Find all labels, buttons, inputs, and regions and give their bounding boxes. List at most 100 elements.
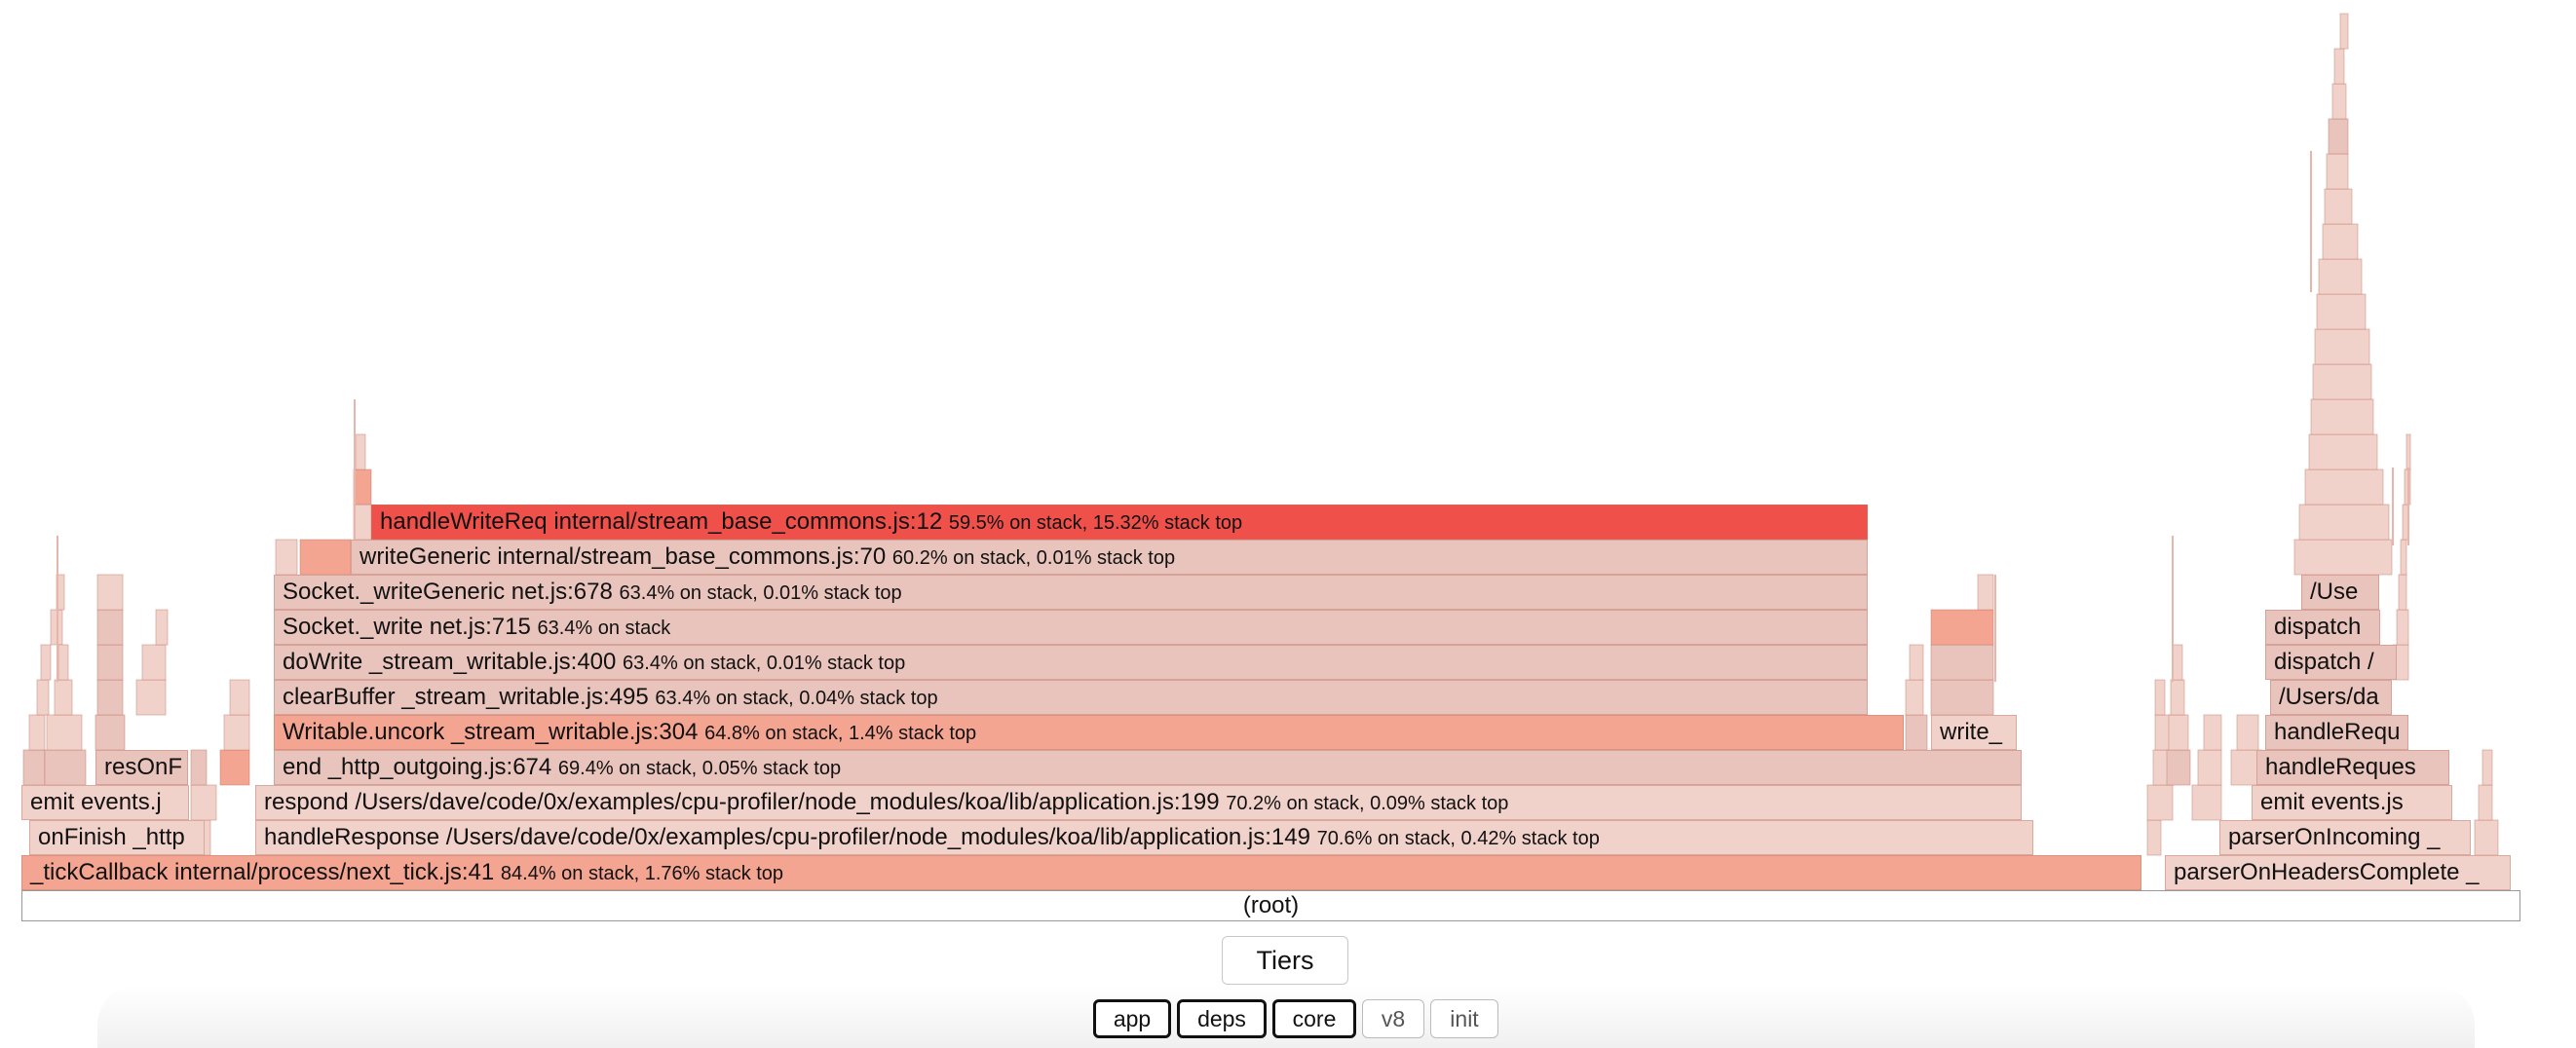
flame-frame[interactable]: writeGeneric internal/stream_base_common… <box>351 540 1868 575</box>
flame-frame-unlabeled[interactable] <box>95 714 126 751</box>
flame-frame-unlabeled[interactable] <box>2314 328 2370 365</box>
flame-frame-unlabeled[interactable] <box>2324 188 2353 225</box>
flame-frame-unlabeled[interactable] <box>1977 574 1994 611</box>
flame-frame[interactable]: write_ <box>1931 715 2017 750</box>
flame-frame-unlabeled[interactable] <box>190 749 208 786</box>
flame-frame[interactable]: handleReques <box>2256 750 2449 785</box>
flame-frame-unlabeled[interactable] <box>2154 679 2166 716</box>
flame-frame[interactable]: resOnF <box>95 750 188 785</box>
flame-frame[interactable]: /Users/da <box>2270 680 2392 715</box>
tier-deps-toggle[interactable]: deps <box>1177 999 1267 1038</box>
flame-frame[interactable]: doWrite _stream_writable.js:400 63.4% on… <box>274 645 1868 680</box>
flame-frame-unlabeled[interactable] <box>353 468 372 505</box>
flame-frame-unlabeled[interactable] <box>2326 153 2349 190</box>
flame-frame-unlabeled[interactable] <box>2298 504 2390 541</box>
tier-v8-toggle[interactable]: v8 <box>1362 999 1424 1038</box>
frame-name: clearBuffer _stream_writable.js:495 <box>283 684 649 710</box>
flame-frame-unlabeled[interactable] <box>190 784 217 821</box>
flame-frame-unlabeled[interactable] <box>54 679 73 716</box>
flame-frame-unlabeled[interactable] <box>2396 609 2409 646</box>
frame-name: dispatch <box>2274 614 2362 640</box>
flame-frame[interactable]: _tickCallback internal/process/next_tick… <box>21 855 2141 890</box>
flame-frame[interactable]: parserOnIncoming _ <box>2219 820 2471 855</box>
flame-frame[interactable]: handleWriteReq internal/stream_base_comm… <box>371 505 1868 540</box>
flame-frame-unlabeled[interactable] <box>135 679 167 716</box>
flame-frame-unlabeled[interactable] <box>223 714 250 751</box>
flame-frame[interactable]: parserOnHeadersComplete _ <box>2165 855 2511 890</box>
flame-frame-unlabeled[interactable] <box>2146 819 2162 856</box>
flame-frame[interactable]: emit events.j <box>21 785 189 820</box>
flame-frame-unlabeled[interactable] <box>2293 539 2393 576</box>
tier-init-toggle[interactable]: init <box>1430 999 1498 1038</box>
flame-frame-unlabeled[interactable] <box>1930 644 1994 681</box>
flame-frame-unlabeled[interactable] <box>2172 644 2183 681</box>
flame-frame-unlabeled[interactable] <box>2478 784 2493 821</box>
flame-frame-unlabeled[interactable] <box>1930 679 1994 716</box>
flame-frame-unlabeled[interactable] <box>2308 433 2378 470</box>
flame-frame-unlabeled[interactable] <box>22 749 46 786</box>
flame-frame[interactable]: handleResponse /Users/dave/code/0x/examp… <box>255 820 2033 855</box>
flame-frame-unlabeled[interactable] <box>1905 714 1928 751</box>
flame-frame-unlabeled[interactable] <box>28 714 46 751</box>
flame-frame[interactable]: end _http_outgoing.js:674 69.4% on stack… <box>274 750 2022 785</box>
flame-frame-unlabeled[interactable] <box>2398 574 2407 611</box>
flame-frame-unlabeled[interactable] <box>2333 48 2345 85</box>
flame-frame[interactable]: handleRequ <box>2265 715 2408 750</box>
flame-frame-unlabeled[interactable] <box>353 504 372 541</box>
flame-frame[interactable]: /Use <box>2301 575 2379 610</box>
flame-frame-unlabeled[interactable] <box>57 644 69 681</box>
flame-frame-unlabeled[interactable] <box>2304 468 2384 505</box>
flame-frame[interactable]: onFinish _http <box>29 820 205 855</box>
flame-frame-unlabeled[interactable] <box>2310 398 2374 435</box>
flame-frame-unlabeled[interactable] <box>2328 118 2349 155</box>
flame-frame[interactable]: emit events.js <box>2252 785 2452 820</box>
flame-frame-unlabeled[interactable] <box>299 539 352 576</box>
flame-frame-unlabeled[interactable] <box>141 644 167 681</box>
flame-frame-unlabeled[interactable] <box>96 679 124 716</box>
flame-frame-unlabeled[interactable] <box>2312 363 2372 400</box>
flame-frame-unlabeled[interactable] <box>2191 784 2222 821</box>
flame-frame-unlabeled[interactable] <box>2203 714 2222 751</box>
flame-frame[interactable]: Socket._write net.js:715 63.4% on stack <box>274 610 1868 645</box>
flame-frame[interactable]: clearBuffer _stream_writable.js:495 63.4… <box>274 680 1868 715</box>
flame-frame-unlabeled[interactable] <box>2400 539 2407 576</box>
flame-frame-unlabeled[interactable] <box>229 679 250 716</box>
flame-frame-unlabeled[interactable] <box>2331 83 2347 120</box>
tier-app-toggle[interactable]: app <box>1093 999 1171 1038</box>
flame-frame-unlabeled[interactable] <box>2236 714 2259 751</box>
flame-frame-unlabeled[interactable] <box>96 644 124 681</box>
flame-frame-unlabeled[interactable] <box>1930 609 1994 646</box>
flame-frame-unlabeled[interactable] <box>2474 819 2499 856</box>
flame-frame[interactable]: Writable.uncork _stream_writable.js:304 … <box>274 715 1904 750</box>
flame-frame-unlabeled[interactable] <box>36 679 50 716</box>
flame-frame-unlabeled[interactable] <box>40 644 52 681</box>
flame-frame[interactable]: dispatch / <box>2265 645 2397 680</box>
flame-frame-unlabeled[interactable] <box>155 609 169 646</box>
flame-frame-unlabeled[interactable] <box>46 714 83 751</box>
flame-frame-unlabeled[interactable] <box>2146 784 2174 821</box>
flame-frame-unlabeled[interactable] <box>275 539 298 576</box>
flame-frame-unlabeled[interactable] <box>44 749 87 786</box>
flame-frame-unlabeled[interactable] <box>96 609 124 646</box>
flame-frame-unlabeled[interactable] <box>2170 679 2185 716</box>
flame-frame-unlabeled[interactable] <box>2316 293 2367 330</box>
flame-frame-unlabeled[interactable] <box>1909 644 1924 681</box>
flame-frame-unlabeled[interactable] <box>355 433 366 470</box>
flame-frame[interactable]: Socket._writeGeneric net.js:678 63.4% on… <box>274 575 1868 610</box>
flame-frame[interactable]: respond /Users/dave/code/0x/examples/cpu… <box>255 785 2022 820</box>
root-frame[interactable]: (root) <box>21 890 2520 921</box>
flame-frame[interactable]: dispatch <box>2265 610 2380 645</box>
flame-frame-unlabeled[interactable] <box>2322 223 2359 260</box>
flame-frame-unlabeled[interactable] <box>2406 433 2411 470</box>
flame-frame-unlabeled[interactable] <box>2166 749 2191 786</box>
flame-frame-unlabeled[interactable] <box>96 574 124 611</box>
flame-frame-unlabeled[interactable] <box>2481 749 2493 786</box>
flame-frame-unlabeled[interactable] <box>2339 13 2349 50</box>
flame-frame-unlabeled[interactable] <box>1905 679 1924 716</box>
tier-core-toggle[interactable]: core <box>1272 999 1356 1038</box>
tiers-button[interactable]: Tiers <box>1222 936 1348 985</box>
flame-frame-unlabeled[interactable] <box>2197 749 2222 786</box>
flame-frame-unlabeled[interactable] <box>219 749 250 786</box>
flame-frame-unlabeled[interactable] <box>2318 258 2363 295</box>
flame-frame-unlabeled[interactable] <box>2168 714 2189 751</box>
